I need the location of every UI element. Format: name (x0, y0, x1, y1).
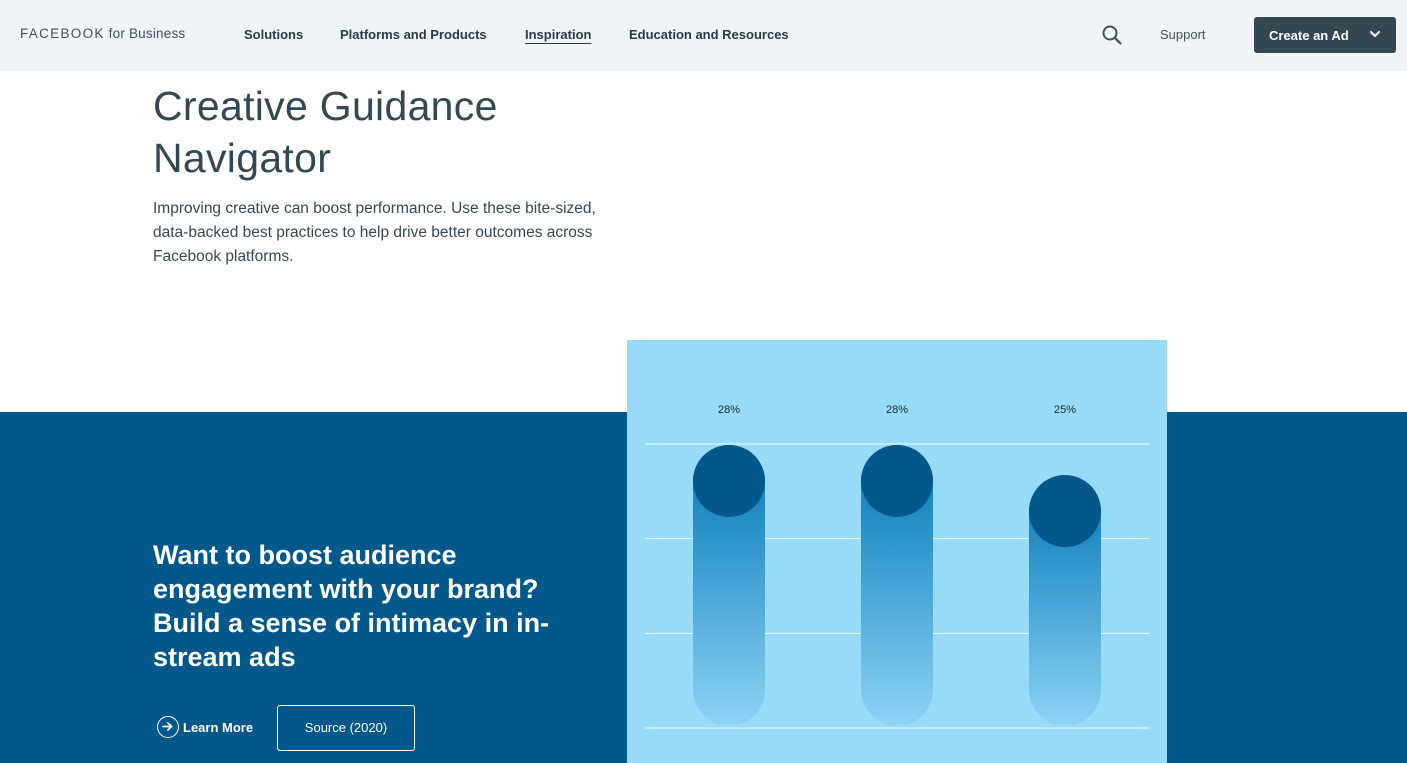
nav-link-platforms-and-products[interactable]: Platforms and Products (340, 27, 487, 42)
arrow-right-circle-icon (157, 716, 179, 738)
create-an-ad-label: Create an Ad (1269, 28, 1349, 43)
search-icon[interactable] (1101, 24, 1123, 46)
facebook-for-business-logo[interactable]: FACEBOOK for Business (20, 26, 185, 41)
chart-panel: 28% 28% 25% (627, 340, 1167, 763)
bar-1 (693, 445, 765, 726)
bar-cap (693, 445, 765, 517)
nav-link-solutions[interactable]: Solutions (244, 27, 303, 42)
nav-link-inspiration[interactable]: Inspiration (525, 27, 591, 42)
nav-link-education-and-resources[interactable]: Education and Resources (629, 27, 789, 42)
bar-chart: 28% 28% 25% (645, 404, 1149, 729)
bar-3 (1029, 475, 1101, 726)
chevron-down-icon (1370, 31, 1380, 37)
logo-brand: FACEBOOK (20, 26, 105, 41)
page-description: Improving creative can boost performance… (153, 200, 596, 265)
logo-suffix: for Business (108, 26, 186, 41)
bar-value-label: 28% (886, 404, 908, 416)
source-button[interactable]: Source (2020) (277, 705, 415, 751)
bar-2 (861, 445, 933, 726)
learn-more-label: Learn More (183, 720, 254, 735)
support-link[interactable]: Support (1160, 27, 1206, 42)
create-an-ad-button[interactable]: Create an Ad (1254, 17, 1396, 53)
bar-cap (1029, 475, 1101, 548)
bar-value-label: 25% (1054, 404, 1076, 416)
bar-value-label: 28% (718, 404, 740, 416)
top-nav: FACEBOOK for Business Solutions Platforms… (0, 0, 1407, 71)
bar-cap (861, 445, 933, 517)
insight-title: Want to boost audience engagement with y… (153, 540, 550, 672)
page-title: Creative Guidance Navigator (153, 83, 498, 181)
